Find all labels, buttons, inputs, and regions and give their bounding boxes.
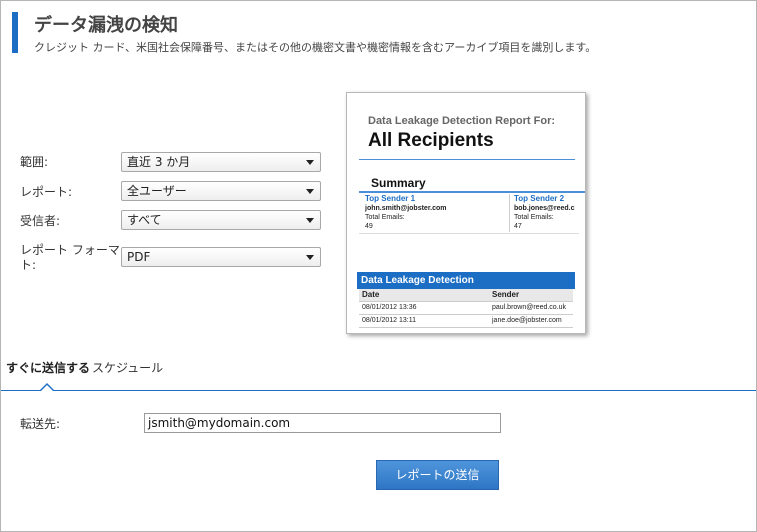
chevron-down-icon: [306, 255, 314, 260]
preview-summary-bottom-rule: [359, 233, 579, 234]
preview-sender1: Top Sender 1 john.smith@jobster.com Tota…: [365, 194, 447, 231]
recipients-select-value: すべて: [127, 213, 162, 227]
preview-column-divider: [509, 194, 510, 232]
preview-table: Date Sender 08/01/2012 13:36 paul.brown@…: [359, 289, 573, 328]
page-subtitle: クレジット カード、米国社会保障番号、またはその他の機密文書や機密情報を含むアー…: [34, 41, 597, 54]
sender1-total-label: Total Emails:: [365, 214, 405, 221]
table-row: 08/01/2012 13:36 paul.brown@reed.co.uk: [359, 302, 573, 315]
sender2-email: bob.jones@reed.c: [514, 205, 575, 212]
header-date: Date: [362, 290, 380, 299]
preview-table-header: Date Sender: [359, 289, 573, 302]
sender1-total: 49: [365, 223, 373, 230]
preview-main-title: All Recipients: [368, 130, 494, 151]
report-label: レポート:: [20, 185, 73, 199]
report-select-value: 全ユーザー: [127, 184, 187, 198]
format-label-line2: ト:: [20, 258, 37, 272]
deliver-to-label: 転送先:: [20, 417, 61, 431]
page-title: データ漏洩の検知: [34, 15, 178, 36]
format-label-line1: レポート フォーマッ: [20, 243, 132, 257]
table-row: 08/01/2012 13:11 jane.doe@jobster.com: [359, 315, 573, 328]
tab-underline: [1, 390, 756, 391]
preview-section-title: Data Leakage Detection: [357, 272, 575, 289]
tab-schedule[interactable]: スケジュール: [92, 361, 163, 375]
format-label: レポート フォーマッ ト:: [20, 243, 132, 273]
row-date: 08/01/2012 13:36: [362, 304, 417, 311]
sender1-email: john.smith@jobster.com: [365, 205, 447, 212]
preview-heading: Data Leakage Detection Report For:: [368, 115, 556, 127]
row-sender: jane.doe@jobster.com: [492, 317, 562, 324]
chevron-down-icon: [306, 160, 314, 165]
range-label: 範囲:: [20, 155, 49, 169]
row-sender: paul.brown@reed.co.uk: [492, 304, 567, 311]
preview-summary-rule: [359, 191, 585, 193]
recipients-select[interactable]: すべて: [121, 210, 321, 230]
header-accent-bar: [12, 12, 18, 53]
delivery-tabs: すぐに送信する スケジュール: [6, 359, 163, 376]
tab-send-now[interactable]: すぐに送信する: [6, 361, 90, 375]
sender1-title: Top Sender 1: [365, 194, 416, 203]
sender2-title: Top Sender 2: [514, 194, 565, 203]
chevron-down-icon: [306, 189, 314, 194]
preview-divider: [359, 159, 575, 160]
report-window: データ漏洩の検知 クレジット カード、米国社会保障番号、またはその他の機密文書や…: [0, 0, 757, 532]
preview-sender2: Top Sender 2 bob.jones@reed.c Total Emai…: [514, 194, 575, 231]
format-select[interactable]: PDF: [121, 247, 321, 267]
range-select-value: 直近 3 か月: [127, 155, 191, 169]
tab-pointer-fill: [41, 385, 53, 391]
row-date: 08/01/2012 13:11: [362, 317, 416, 324]
header-sender: Sender: [492, 290, 520, 299]
recipients-label: 受信者:: [20, 214, 61, 228]
format-select-value: PDF: [127, 250, 151, 264]
preview-summary-label: Summary: [371, 176, 426, 190]
sender2-total: 47: [514, 223, 522, 230]
report-preview: Data Leakage Detection Report For: All R…: [346, 92, 586, 334]
send-report-button[interactable]: レポートの送信: [376, 460, 499, 490]
sender2-total-label: Total Emails:: [514, 214, 554, 221]
chevron-down-icon: [306, 218, 314, 223]
deliver-to-input[interactable]: jsmith@mydomain.com: [144, 413, 501, 433]
range-select[interactable]: 直近 3 か月: [121, 152, 321, 172]
report-select[interactable]: 全ユーザー: [121, 181, 321, 201]
